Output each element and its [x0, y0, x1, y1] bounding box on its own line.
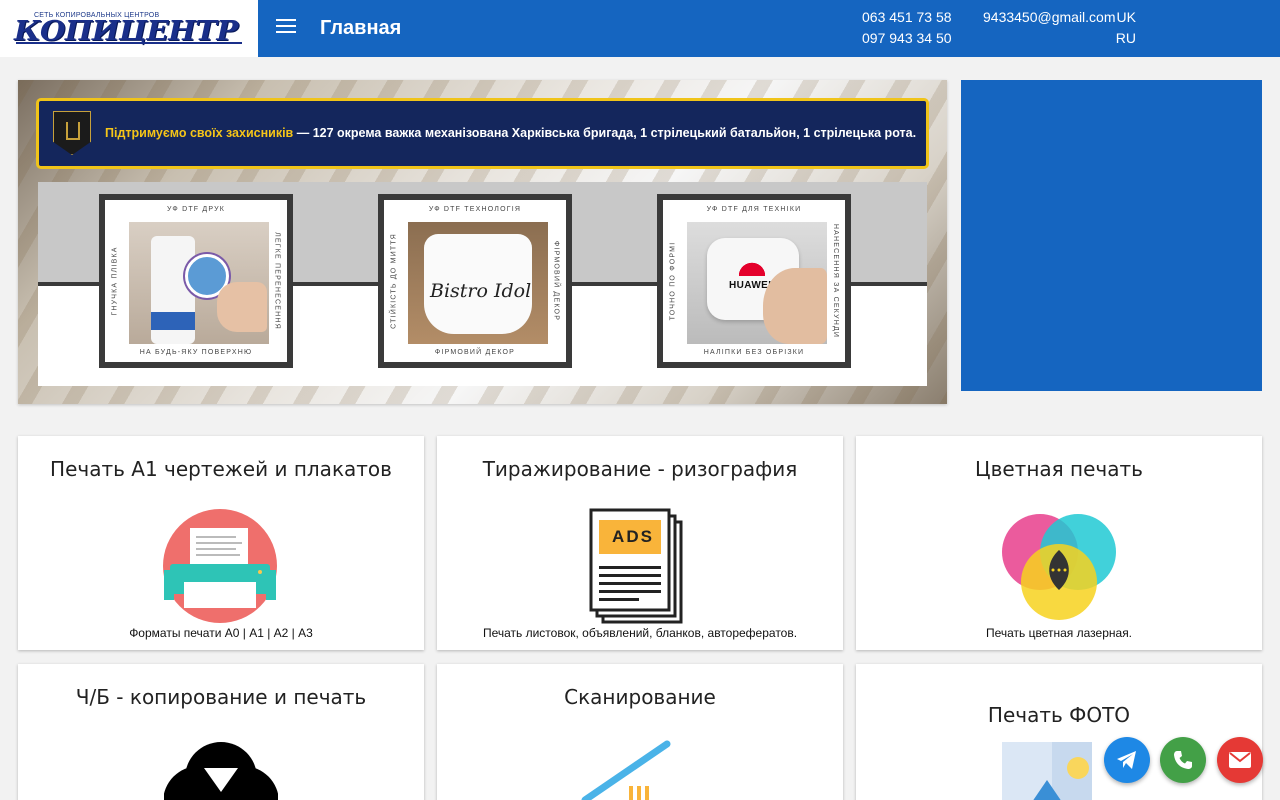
notice-body: — 127 окрема важка механізована Харківсь…: [293, 126, 917, 140]
promo-photo-tumbler: [129, 222, 269, 344]
service-title: Ч/Б - копирование и печать: [75, 685, 367, 709]
service-card-risography[interactable]: Тиражирование - ризография ADS Печать ли…: [437, 436, 843, 650]
logo[interactable]: СЕТЬ КОПИРОВАЛЬНЫХ ЦЕНТРОВ КОПИЦЕНТР: [0, 0, 258, 57]
telegram-icon: [1117, 751, 1136, 769]
ads-document-icon: [589, 508, 683, 624]
service-subtitle: Печать цветная лазерная.: [985, 626, 1133, 640]
language-switcher: UK RU: [1114, 7, 1136, 49]
service-title: Тиражирование - ризография: [482, 457, 798, 481]
service-title: Сканирование: [564, 685, 716, 709]
service-title: Цветная печать: [975, 457, 1143, 481]
phone-icon: [1174, 751, 1192, 769]
promo-card-right: ФІРМОВИЙ ДЕКОР: [552, 240, 560, 322]
promo-card-3: УФ DTF ДЛЯ ТЕХНІКИ ТОЧНО ПО ФОРМІ НАНЕСЕ…: [657, 194, 851, 368]
promo-card-right: ЛЕГКЕ ПЕРЕНЕСЕННЯ: [273, 232, 281, 330]
service-subtitle: Печать листовок, объявлений, бланков, ав…: [482, 626, 798, 640]
phone-link-2[interactable]: 097 943 34 50: [862, 28, 952, 49]
promo-card-1: УФ DTF ДРУК ГНУЧКА ПЛІВКА ЛЕГКЕ ПЕРЕНЕСЕ…: [99, 194, 293, 368]
promo-card-top: УФ DTF ДЛЯ ТЕХНІКИ: [706, 206, 802, 213]
service-title: Печать А1 чертежей и плакатов: [50, 457, 392, 481]
lang-ru[interactable]: RU: [1114, 28, 1136, 49]
promo-card-bottom: ФІРМОВИЙ ДЕКОР: [434, 349, 516, 356]
promo-panel: УФ DTF ДРУК ГНУЧКА ПЛІВКА ЛЕГКЕ ПЕРЕНЕСЕ…: [38, 182, 927, 386]
promo-card-left: ГНУЧКА ПЛІВКА: [111, 246, 119, 316]
support-notice: Підтримуємо своїх захисників — 127 окрем…: [36, 98, 929, 169]
email-link[interactable]: 9433450@gmail.com: [983, 7, 1116, 28]
color-circles-icon: [1002, 514, 1116, 620]
phone-link-1[interactable]: 063 451 73 58: [862, 7, 952, 28]
call-button[interactable]: [1160, 737, 1206, 783]
bw-circles-icon: [164, 742, 278, 800]
telegram-button[interactable]: [1104, 737, 1150, 783]
service-subtitle: Форматы печати А0 | А1 | А2 | А3: [129, 626, 313, 640]
notice-strong: Підтримуємо своїх захисників: [105, 126, 294, 140]
promo-card-top: УФ DTF ДРУК: [166, 206, 225, 213]
hero-banner[interactable]: Підтримуємо своїх захисників — 127 окрем…: [18, 80, 947, 404]
service-card-bw-copy[interactable]: Ч/Б - копирование и печать: [18, 664, 424, 800]
promo-photo-earbuds: HUAWEI: [687, 222, 827, 344]
promo-card-2: УФ DTF ТЕХНОЛОГІЯ СТІЙКІСТЬ ДО МИТТЯ ФІР…: [378, 194, 572, 368]
photo-icon: [1002, 742, 1092, 800]
service-title: Печать ФОТО: [987, 703, 1131, 727]
page-title: Главная: [320, 17, 402, 39]
side-block: [961, 80, 1262, 391]
printer-icon: [163, 509, 277, 623]
scanner-icon: [581, 740, 671, 800]
promo-photo-mug: Bistro Idol: [408, 222, 548, 344]
menu-icon[interactable]: [276, 19, 296, 37]
lang-uk[interactable]: UK: [1114, 7, 1136, 28]
phones: 063 451 73 58 097 943 34 50: [862, 7, 952, 49]
promo-card-bottom: НАЛІПКИ БЕЗ ОБРІЗКИ: [703, 349, 805, 356]
service-card-photo-print[interactable]: Печать ФОТО: [856, 664, 1262, 800]
service-card-color-print[interactable]: Цветная печать Печать цветная лазерная.: [856, 436, 1262, 650]
promo-card-left: ТОЧНО ПО ФОРМІ: [669, 241, 677, 321]
mail-icon: [1229, 752, 1251, 768]
service-card-scanning[interactable]: Сканирование: [437, 664, 843, 800]
mail-button[interactable]: [1217, 737, 1263, 783]
logo-underline: [16, 42, 242, 44]
brigade-emblem-icon: [53, 111, 91, 155]
promo-card-bottom: НА БУДЬ-ЯКУ ПОВЕРХНЮ: [139, 349, 253, 356]
promo-card-top: УФ DTF ТЕХНОЛОГІЯ: [428, 206, 522, 213]
promo-card-left: СТІЙКІСТЬ ДО МИТТЯ: [390, 233, 398, 329]
ads-label: ADS: [612, 527, 654, 546]
mug-brand-text: Bistro Idol: [430, 280, 532, 302]
promo-card-right: НАНЕСЕННЯ ЗА СЕКУНДИ: [831, 223, 839, 339]
notice-text: Підтримуємо своїх захисників — 127 окрем…: [105, 126, 916, 140]
service-card-a1-print[interactable]: Печать А1 чертежей и плакатов Форматы пе…: [18, 436, 424, 650]
header-bar: СЕТЬ КОПИРОВАЛЬНЫХ ЦЕНТРОВ КОПИЦЕНТР Гла…: [0, 0, 1280, 57]
